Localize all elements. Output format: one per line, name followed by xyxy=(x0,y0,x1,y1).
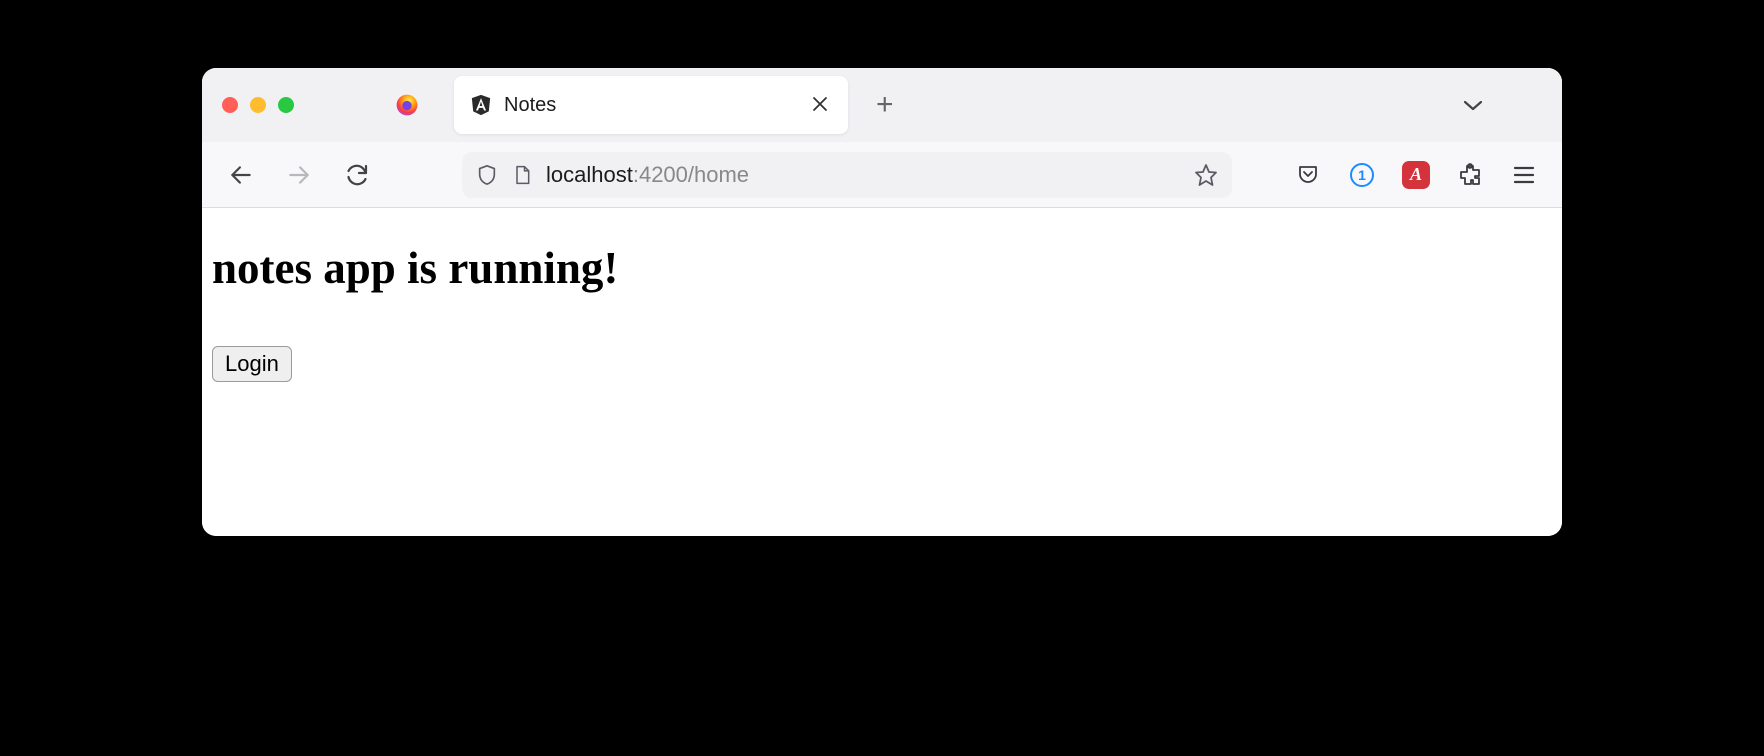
shield-icon[interactable] xyxy=(476,163,498,187)
new-tab-button[interactable]: + xyxy=(876,90,894,120)
page-heading: notes app is running! xyxy=(212,242,1552,294)
toolbar: localhost:4200/home 1 A xyxy=(202,142,1562,208)
window-minimize-button[interactable] xyxy=(250,97,266,113)
pocket-icon[interactable] xyxy=(1294,161,1322,189)
page-icon[interactable] xyxy=(512,164,532,186)
back-button[interactable] xyxy=(226,160,256,190)
onepassword-icon[interactable]: 1 xyxy=(1348,161,1376,189)
bookmark-star-icon[interactable] xyxy=(1194,163,1218,187)
toolbar-right-icons: 1 A xyxy=(1294,161,1538,189)
browser-window: Notes + xyxy=(202,68,1562,536)
close-tab-icon[interactable] xyxy=(808,89,832,121)
extension-red-icon[interactable]: A xyxy=(1402,161,1430,189)
nav-buttons xyxy=(226,160,372,190)
firefox-icon[interactable] xyxy=(394,92,420,118)
window-maximize-button[interactable] xyxy=(278,97,294,113)
angular-icon xyxy=(470,94,492,116)
url-path: :4200/home xyxy=(633,162,749,187)
url-host: localhost xyxy=(546,162,633,187)
browser-tab[interactable]: Notes xyxy=(454,76,848,134)
extensions-icon[interactable] xyxy=(1456,161,1484,189)
menu-icon[interactable] xyxy=(1510,161,1538,189)
page-content: notes app is running! Login xyxy=(202,208,1562,536)
traffic-lights xyxy=(222,97,294,113)
all-tabs-dropdown-icon[interactable] xyxy=(1462,98,1484,112)
tab-bar: Notes + xyxy=(202,68,1562,142)
login-button[interactable]: Login xyxy=(212,346,292,382)
forward-button[interactable] xyxy=(284,160,314,190)
tab-title: Notes xyxy=(504,94,808,117)
window-close-button[interactable] xyxy=(222,97,238,113)
address-bar[interactable]: localhost:4200/home xyxy=(462,152,1232,198)
url-text: localhost:4200/home xyxy=(546,162,1180,188)
reload-button[interactable] xyxy=(342,160,372,190)
